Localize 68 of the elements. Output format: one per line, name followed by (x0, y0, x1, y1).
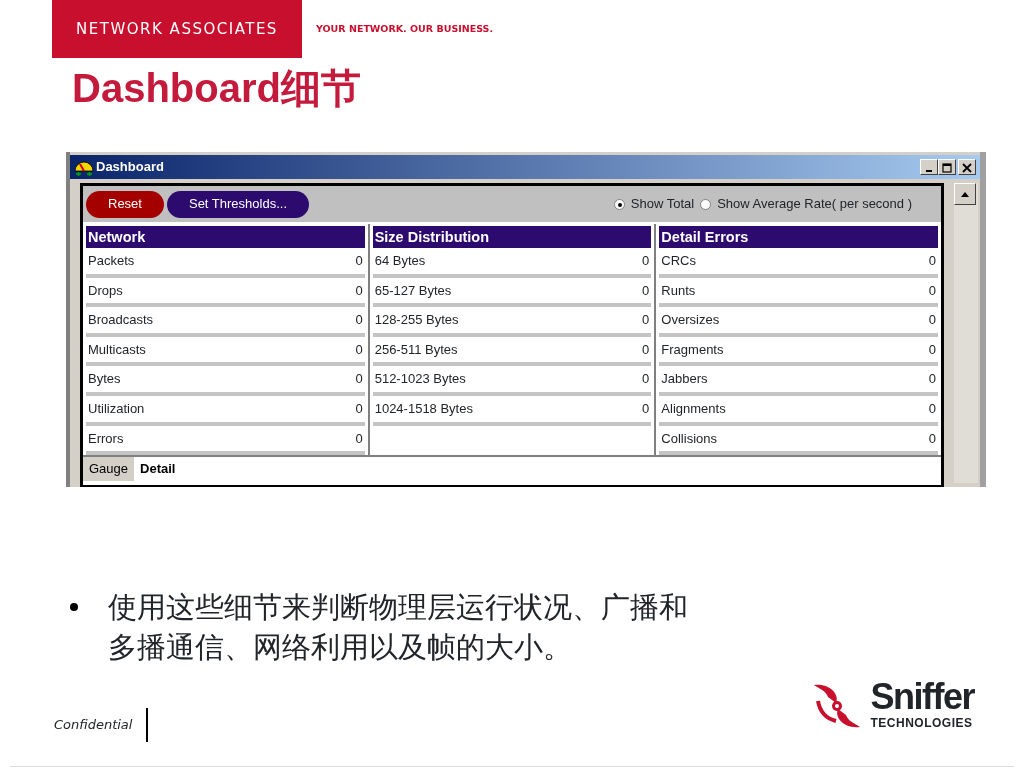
up-arrow-icon (961, 191, 969, 197)
stat-label: Multicasts (88, 340, 146, 359)
maximize-button[interactable] (938, 159, 956, 175)
close-button[interactable] (958, 159, 976, 175)
stat-label: Collisions (661, 429, 717, 448)
stat-value: 0 (928, 281, 936, 300)
tab[interactable]: Gauge (83, 457, 135, 482)
stat-label: CRCs (661, 252, 696, 271)
stat-value: 0 (355, 370, 363, 389)
stat-label: 1024-1518 Bytes (374, 400, 473, 418)
stat-value: 0 (355, 252, 363, 271)
radio-button[interactable] (700, 198, 712, 210)
bullet-text: 使用这些细节来判断物理层运行状况、广播和多播通信、网络利用以及帧的大小。 (108, 589, 689, 666)
stat-value: 0 (928, 340, 936, 359)
stat-value: 0 (642, 400, 650, 418)
stat-value: 0 (355, 311, 363, 330)
stat-label: 64 Bytes (374, 252, 426, 271)
stat-label: 65-127 Bytes (374, 281, 452, 300)
window-title: Dashboard (96, 158, 164, 177)
gauge-icon (74, 158, 94, 176)
logo-subtitle: TECHNOLOGIES (870, 715, 974, 732)
stat-value: 0 (928, 370, 936, 389)
stat-value: 0 (642, 281, 650, 300)
radio-label: Show Total (630, 195, 695, 214)
stat-label: Fragments (661, 340, 724, 359)
stat-value: 0 (355, 400, 363, 418)
radio-label: Show Average Rate( per second ) (717, 195, 912, 214)
stat-value: 0 (928, 400, 936, 418)
reset-button[interactable]: Reset (86, 190, 164, 218)
maximize-icon (942, 162, 952, 173)
stat-label: Errors (88, 429, 124, 448)
tagline: YOUR NETWORK. OUR BUSINESS. (316, 21, 494, 36)
stat-label: Drops (88, 281, 123, 300)
stat-label: Runts (661, 281, 696, 300)
stat-value: 0 (355, 429, 363, 448)
stat-label: 512-1023 Bytes (374, 370, 466, 389)
stat-label: Alignments (661, 400, 726, 418)
stat-label: Packets (88, 252, 135, 271)
slide-title: Dashboard细节 (72, 66, 362, 110)
scroll-up-button[interactable] (954, 183, 976, 205)
brand-logo: NETWORK ASSOCIATES (52, 0, 302, 58)
stat-value: 0 (642, 252, 650, 271)
stat-label: Broadcasts (88, 311, 154, 330)
stat-label: Bytes (88, 370, 121, 389)
panel-header: Size Distribution (372, 226, 652, 248)
stat-label: 128-255 Bytes (374, 311, 459, 330)
stat-value: 0 (642, 311, 650, 330)
stat-label: Jabbers (661, 370, 708, 389)
close-icon (962, 162, 972, 173)
minimize-icon (926, 170, 932, 172)
stat-label: Utilization (88, 400, 145, 418)
stat-value: 0 (355, 281, 363, 300)
stat-value: 0 (928, 252, 936, 271)
stat-value: 0 (642, 370, 650, 389)
stat-label: 256-511 Bytes (374, 340, 458, 359)
minimize-button[interactable] (920, 159, 938, 175)
stat-value: 0 (355, 340, 363, 359)
panel-header: Detail Errors (659, 226, 938, 248)
confidential-label: Confidential (54, 708, 149, 742)
bullet-icon (70, 603, 78, 611)
stat-value: 0 (642, 340, 650, 359)
stat-value: 0 (928, 429, 936, 448)
stat-label: Oversizes (661, 311, 720, 330)
stat-value: 0 (928, 311, 936, 330)
thresholds-button[interactable]: Set Thresholds... (166, 190, 309, 218)
panel-header: Network (86, 226, 365, 248)
logo-name: Sniffer (870, 680, 974, 714)
radio-button[interactable] (613, 198, 625, 210)
